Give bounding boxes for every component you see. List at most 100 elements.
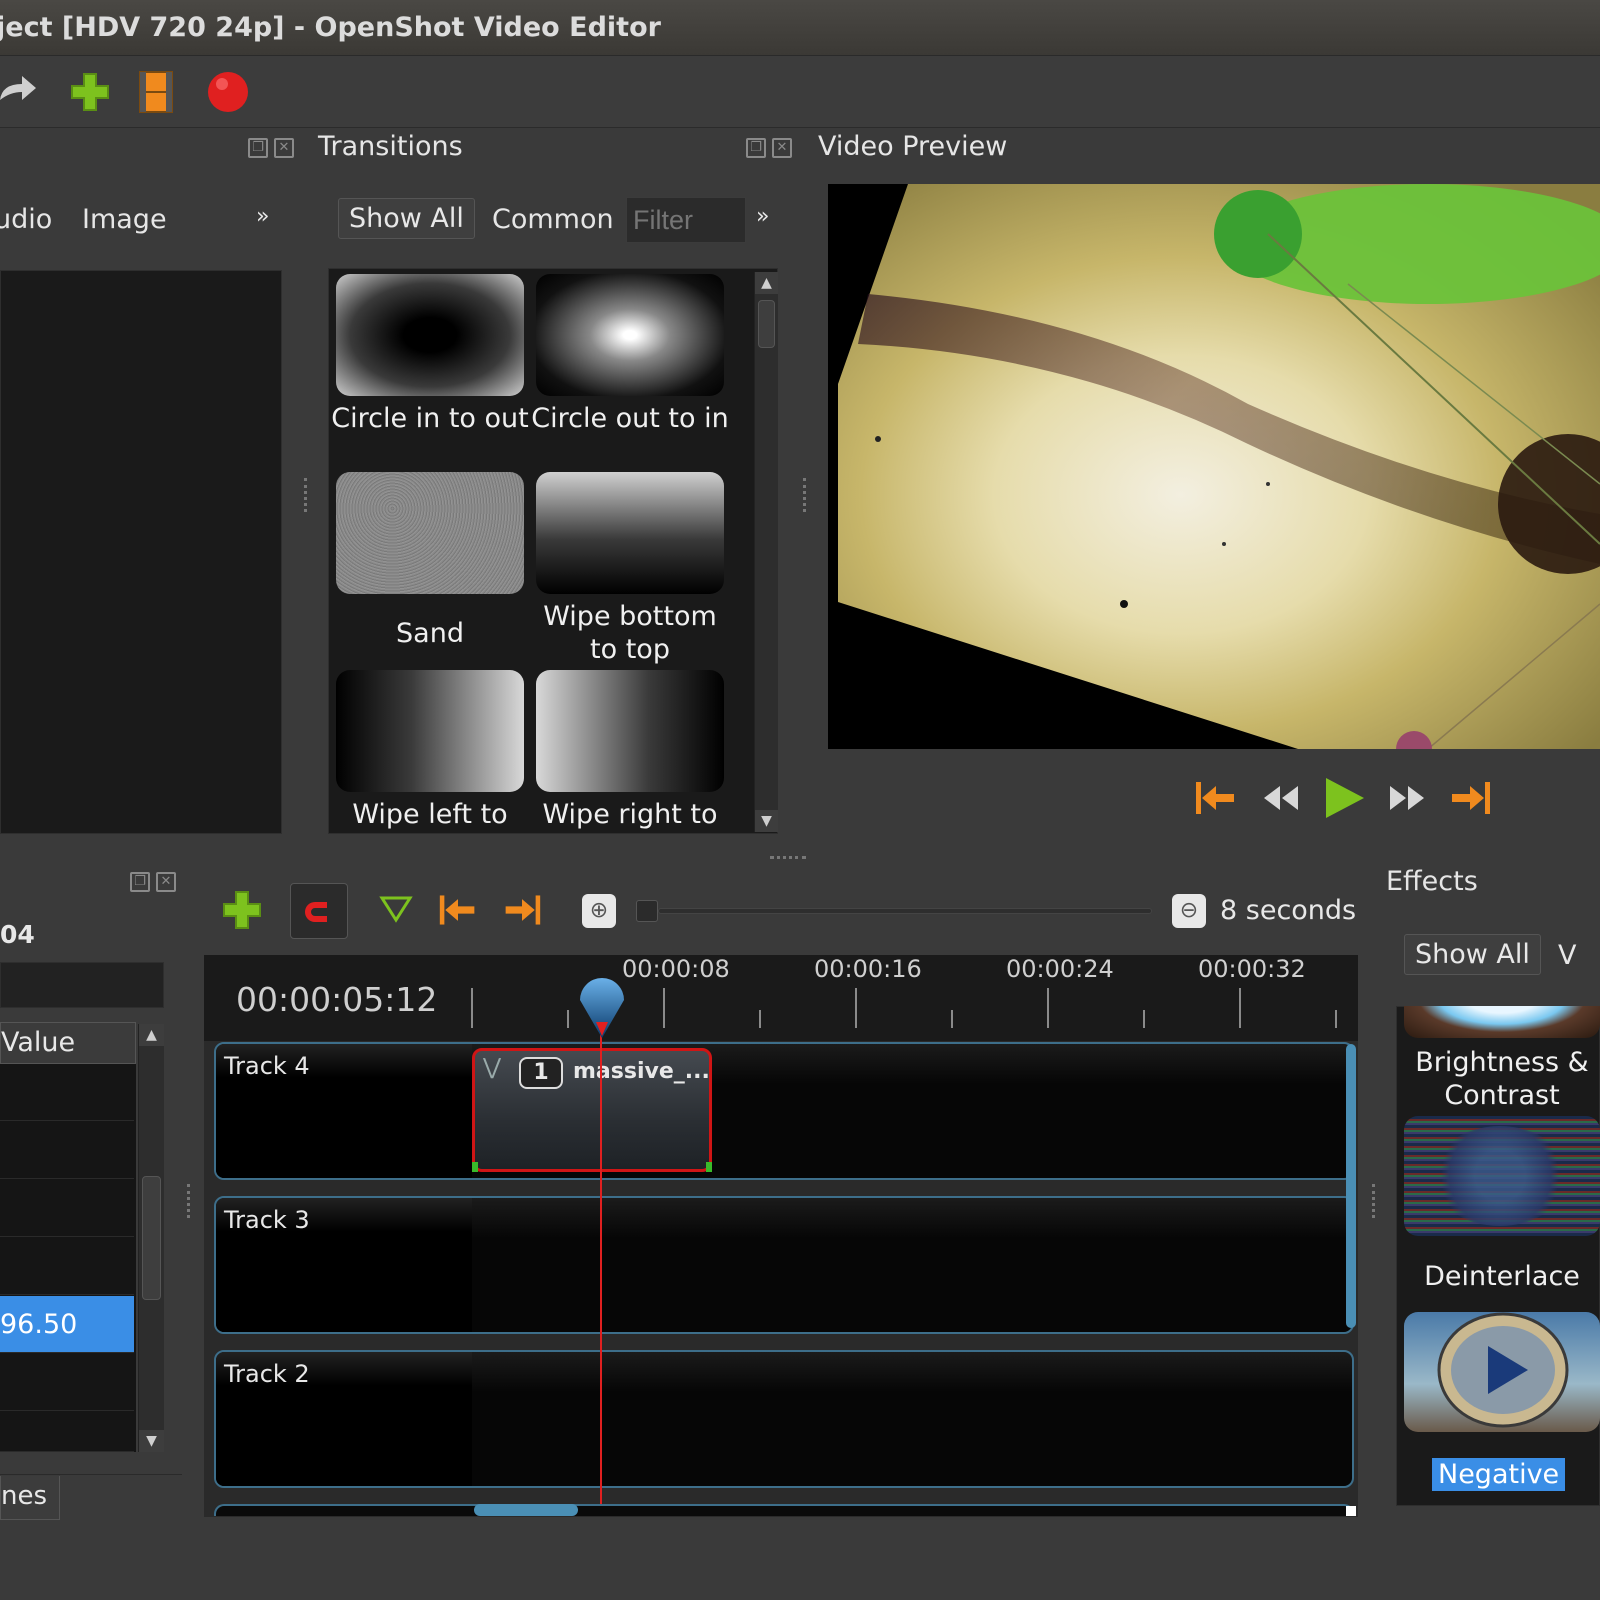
add-file-icon[interactable] (68, 70, 112, 114)
show-all-button[interactable]: Show All (338, 198, 475, 239)
video-preview-canvas[interactable] (828, 184, 1600, 749)
transition-thumbnail[interactable] (536, 274, 724, 396)
property-row[interactable] (0, 1354, 134, 1411)
window-title: ject [HDV 720 24p] - OpenShot Video Edit… (0, 12, 661, 43)
transition-label[interactable]: Wipe bottom to top (530, 600, 730, 666)
project-files-list[interactable] (0, 270, 282, 834)
playhead-line[interactable] (600, 1030, 602, 1504)
ruler-tick (759, 1010, 761, 1028)
property-row[interactable] (0, 1238, 134, 1295)
scroll-down-arrow[interactable]: ▼ (755, 810, 778, 832)
property-row[interactable] (0, 1122, 134, 1179)
effect-label-selected[interactable]: Negative (1432, 1458, 1566, 1491)
transition-thumbnail[interactable] (336, 670, 524, 792)
ruler-label: 00:00:08 (622, 955, 730, 983)
effect-label[interactable]: Deinterlace (1404, 1260, 1600, 1293)
transition-thumbnail[interactable] (536, 670, 724, 792)
add-track-icon[interactable] (220, 888, 264, 932)
transition-label[interactable]: Circle out to in (530, 402, 730, 435)
track-name: Track 4 (224, 1052, 310, 1080)
video-preview-title: Video Preview (818, 131, 1008, 162)
dock-float-button[interactable]: ❐ (746, 138, 766, 158)
transition-label[interactable]: Wipe left to (330, 798, 530, 831)
splitter-handle[interactable] (304, 478, 308, 512)
scroll-up-arrow[interactable]: ▲ (755, 272, 778, 294)
clip-number-badge: 1 (519, 1057, 563, 1089)
zoom-in-icon[interactable]: ⊕ (582, 894, 616, 928)
scroll-down-arrow[interactable]: ▼ (139, 1430, 164, 1452)
common-button[interactable]: Common (492, 204, 614, 235)
effects-more-tab[interactable]: V (1558, 940, 1576, 971)
transition-label[interactable]: Circle in to out (330, 402, 530, 435)
effects-show-all-button[interactable]: Show All (1404, 934, 1541, 975)
track-row[interactable]: Track 4 (214, 1042, 1354, 1180)
properties-scrollbar[interactable]: ▲ ▼ (138, 1024, 164, 1452)
main-toolbar (0, 56, 1600, 128)
tab-audio[interactable]: udio (0, 204, 52, 235)
marker-icon[interactable] (378, 892, 414, 928)
export-film-icon[interactable] (134, 70, 178, 114)
effect-thumbnail[interactable] (1404, 1006, 1600, 1038)
splitter-handle[interactable] (1372, 1184, 1376, 1218)
dock-close-button[interactable]: ✕ (274, 138, 294, 158)
zoom-out-icon[interactable]: ⊖ (1172, 894, 1206, 928)
redo-icon[interactable] (0, 70, 40, 114)
transition-thumbnail[interactable] (536, 472, 724, 594)
transition-label[interactable]: Wipe right to (530, 798, 730, 831)
dock-float-button[interactable]: ❐ (130, 872, 150, 892)
zoom-slider-track[interactable] (658, 908, 1152, 914)
property-row[interactable] (0, 1180, 134, 1237)
dock-close-button[interactable]: ✕ (156, 872, 176, 892)
track-row[interactable]: Track 3 (214, 1196, 1354, 1334)
transition-label[interactable]: Sand (330, 617, 530, 650)
track-name: Track 3 (224, 1206, 310, 1234)
property-row-selected[interactable]: 96.50 (0, 1296, 134, 1353)
timeline-vertical-scrollbar[interactable] (1346, 1044, 1356, 1328)
filter-more-button[interactable]: » (756, 204, 769, 229)
dock-float-button[interactable]: ❐ (248, 138, 268, 158)
transition-thumbnail[interactable] (336, 274, 524, 396)
timeline-clip[interactable]: ⋁ 1 massive_... (472, 1048, 712, 1172)
next-marker-icon[interactable] (500, 890, 544, 930)
zoom-slider-handle[interactable] (636, 900, 658, 922)
splitter-handle[interactable] (187, 1184, 191, 1218)
properties-filter-input[interactable] (0, 962, 164, 1008)
effect-thumbnail[interactable] (1404, 1312, 1600, 1432)
jump-start-icon[interactable] (1192, 776, 1240, 820)
transitions-scrollbar[interactable]: ▲ ▼ (754, 272, 778, 832)
splitter-handle[interactable] (770, 856, 806, 860)
tab-image[interactable]: Image (82, 204, 167, 235)
timeline-horizontal-scrollbar[interactable] (474, 1504, 578, 1516)
tabs-more-button[interactable]: » (256, 204, 269, 229)
splitter-handle[interactable] (803, 478, 807, 512)
clip-keyframe-marker (706, 1162, 712, 1172)
transitions-filter-input[interactable] (626, 197, 746, 243)
dock-close-button[interactable]: ✕ (772, 138, 792, 158)
ruler-label: 00:00:24 (1006, 955, 1114, 983)
jump-end-icon[interactable] (1446, 776, 1494, 820)
property-row[interactable] (0, 1412, 134, 1452)
transitions-title: Transitions (318, 131, 463, 162)
property-row[interactable] (0, 1064, 134, 1121)
scroll-thumb[interactable] (758, 300, 775, 348)
track-row[interactable] (214, 1504, 1354, 1516)
record-icon[interactable] (206, 70, 250, 114)
effect-thumbnail[interactable] (1404, 1116, 1600, 1236)
play-icon[interactable] (1320, 776, 1368, 820)
previous-marker-icon[interactable] (436, 890, 480, 930)
magnet-icon (305, 902, 327, 922)
playhead-handle[interactable] (578, 978, 626, 1040)
transition-thumbnail[interactable] (336, 472, 524, 594)
fast-forward-icon[interactable] (1382, 776, 1430, 820)
effect-label[interactable]: Brightness & Contrast (1404, 1046, 1600, 1112)
tab-frames[interactable]: nes (0, 1476, 60, 1520)
ruler-tick (471, 988, 473, 1028)
scroll-thumb[interactable] (142, 1176, 161, 1300)
properties-value-header[interactable]: Value (0, 1022, 136, 1064)
scroll-up-arrow[interactable]: ▲ (139, 1024, 164, 1046)
track-row[interactable]: Track 2 (214, 1350, 1354, 1488)
snapping-toggle-button[interactable] (290, 883, 348, 939)
rewind-icon[interactable] (1258, 776, 1306, 820)
clip-menu-chevron-icon[interactable]: ⋁ (483, 1055, 501, 1080)
properties-table: 96.50 (0, 1064, 136, 1452)
